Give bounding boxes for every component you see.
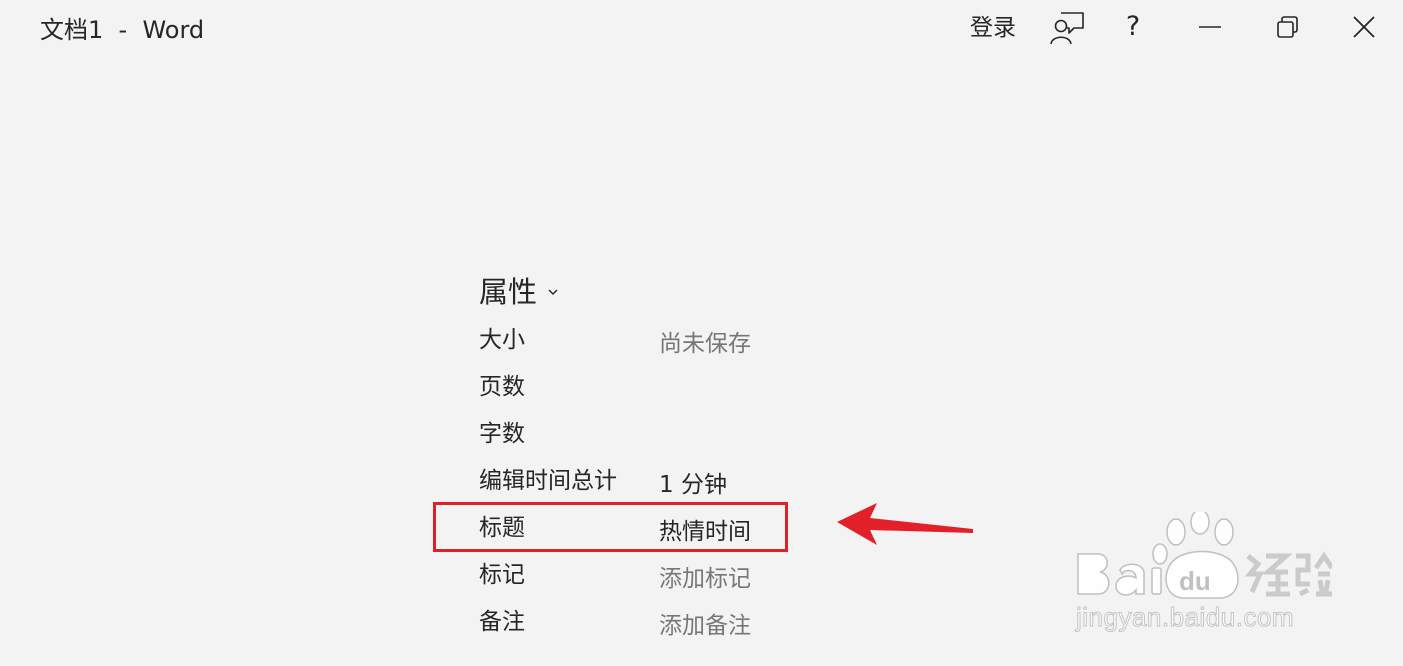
chevron-down-icon xyxy=(548,289,558,295)
properties-header[interactable]: 属性 xyxy=(479,270,559,310)
add-comment-field[interactable]: 添加备注 xyxy=(659,606,751,646)
property-row-editing-time: 编辑时间总计 1 分钟 xyxy=(479,461,879,501)
properties-panel: 属性 大小 尚未保存 页数 字数 编辑时间总计 1 分钟 标题 热情时间 标记 … xyxy=(479,270,751,639)
property-label: 大小 xyxy=(479,327,525,353)
properties-title: 属性 xyxy=(479,275,538,309)
restore-icon[interactable] xyxy=(1272,10,1302,44)
svg-text:du: du xyxy=(1179,566,1211,596)
property-row-pages: 页数 xyxy=(479,367,879,407)
feedback-icon[interactable] xyxy=(1049,10,1087,46)
property-value: 1 分钟 xyxy=(659,472,727,498)
sign-in-button[interactable]: 登录 xyxy=(970,12,1016,44)
property-row-size: 大小 尚未保存 xyxy=(479,320,879,360)
add-tag-field[interactable]: 添加标记 xyxy=(659,559,751,599)
property-label: 标记 xyxy=(479,562,525,588)
property-row-words: 字数 xyxy=(479,414,879,454)
property-label: 字数 xyxy=(479,421,525,447)
property-label: 页数 xyxy=(479,374,525,400)
watermark-url: jingyan.baidu.com xyxy=(1075,602,1295,633)
baidu-jingyan-watermark-logo: du xyxy=(1077,512,1332,599)
annotation-arrow-icon xyxy=(837,503,973,545)
property-row-comments: 备注 添加备注 xyxy=(479,602,879,642)
annotation-highlight-box xyxy=(433,502,788,552)
window-title: 文档1 - Word xyxy=(40,16,205,44)
minimize-icon[interactable] xyxy=(1196,10,1224,44)
help-icon[interactable]: ? xyxy=(1122,10,1144,44)
property-row-tags: 标记 添加标记 xyxy=(479,555,879,595)
property-label: 编辑时间总计 xyxy=(479,468,617,494)
property-value: 尚未保存 xyxy=(659,331,751,357)
close-icon[interactable] xyxy=(1350,12,1378,42)
property-label: 备注 xyxy=(479,609,525,635)
